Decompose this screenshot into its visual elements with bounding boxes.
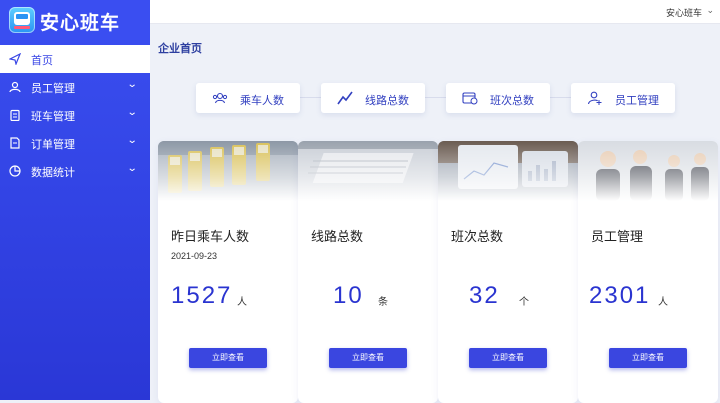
bus-logo-icon: [9, 7, 35, 33]
chevron-down-icon: ⌄: [126, 163, 138, 174]
connector-line: [550, 97, 572, 98]
sidebar-item-label: 员工管理: [31, 83, 75, 95]
card-unit: 个: [519, 297, 529, 308]
sidebar-item-label: 班车管理: [31, 111, 75, 123]
card-value: 10: [333, 282, 364, 309]
view-now-button[interactable]: 立即查看: [469, 348, 547, 368]
card-unit: 条: [378, 297, 388, 308]
view-now-button[interactable]: 立即查看: [189, 348, 267, 368]
quick-employees-button[interactable]: 员工管理: [571, 83, 675, 113]
stat-card-routes: 线路总数 10 条 立即查看: [298, 141, 438, 403]
chevron-down-icon: ⌄: [126, 135, 138, 146]
photo-fade: [578, 141, 718, 201]
sidebar-item-label: 订单管理: [31, 139, 75, 151]
quick-label: 班次总数: [490, 95, 534, 107]
quick-routes-button[interactable]: 线路总数: [321, 83, 425, 113]
card-title: 昨日乘车人数: [171, 229, 250, 244]
user-menu[interactable]: 安心班车: [666, 6, 702, 19]
sidebar-item-shuttles[interactable]: 班车管理 ⌄: [0, 101, 150, 129]
sidebar-item-employees[interactable]: 员工管理 ⌄: [0, 73, 150, 101]
sidebar-item-home[interactable]: 首页: [0, 45, 150, 73]
passengers-icon: [212, 92, 228, 104]
trend-line-icon: [337, 91, 353, 105]
sidebar-item-label: 数据统计: [31, 167, 75, 179]
connector-line: [300, 97, 322, 98]
schedule-icon: [462, 92, 478, 105]
card-title: 班次总数: [451, 229, 504, 244]
clipboard-icon: [10, 109, 20, 121]
chevron-down-icon: ⌄: [126, 107, 138, 118]
chevron-down-icon: ⌄: [126, 79, 138, 90]
user-icon: [9, 81, 21, 93]
card-title: 线路总数: [311, 229, 364, 244]
quick-label: 线路总数: [365, 95, 409, 107]
photo-fade: [438, 141, 578, 201]
page-title: 企业首页: [158, 43, 202, 55]
app-title: 安心班车: [40, 13, 121, 34]
stat-card-schedules: 班次总数 32 个 立即查看: [438, 141, 578, 403]
card-value: 2301: [589, 282, 651, 309]
connector-line: [425, 97, 447, 98]
app-logo[interactable]: 安心班车: [0, 0, 150, 40]
card-title: 员工管理: [591, 229, 644, 244]
pie-chart-icon: [9, 165, 21, 177]
top-bar: 安心班车 ⌄: [150, 0, 720, 24]
sidebar-item-statistics[interactable]: 数据统计 ⌄: [0, 157, 150, 185]
card-value: 1527: [171, 282, 233, 309]
quick-label: 员工管理: [615, 95, 659, 107]
quick-passengers-button[interactable]: 乘车人数: [196, 83, 300, 113]
sidebar: 安心班车 首页 员工管理 ⌄ 班车管理 ⌄ 订单管理 ⌄ 数据统计 ⌄: [0, 0, 150, 400]
sidebar-item-orders[interactable]: 订单管理 ⌄: [0, 129, 150, 157]
quick-schedules-button[interactable]: 班次总数: [446, 83, 550, 113]
chevron-down-icon[interactable]: ⌄: [706, 5, 714, 16]
view-now-button[interactable]: 立即查看: [329, 348, 407, 368]
quick-label: 乘车人数: [240, 95, 284, 107]
send-icon: [9, 53, 21, 65]
stat-card-employees: 员工管理 2301 人 立即查看: [578, 141, 718, 403]
photo-fade: [298, 141, 438, 201]
card-value: 32: [469, 282, 500, 309]
photo-fade: [158, 141, 298, 201]
sidebar-item-label: 首页: [31, 55, 53, 67]
card-unit: 人: [658, 297, 668, 308]
stat-card-passengers: 昨日乘车人数 2021-09-23 1527 人 立即查看: [158, 141, 298, 403]
card-date: 2021-09-23: [171, 251, 218, 261]
view-now-button[interactable]: 立即查看: [609, 348, 687, 368]
card-unit: 人: [237, 297, 247, 308]
add-user-icon: [587, 91, 602, 105]
document-icon: [10, 137, 20, 149]
